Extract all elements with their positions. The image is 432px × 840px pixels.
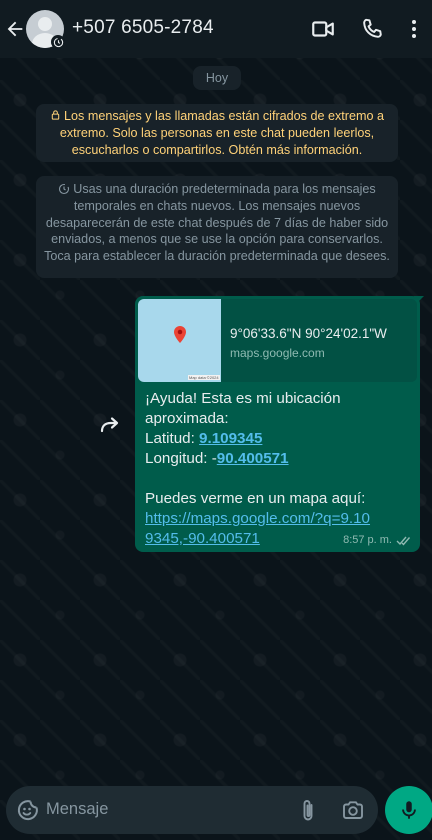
paperclip-icon[interactable] [299,798,317,824]
message-input[interactable]: Mensaje [46,800,108,819]
latitude-link[interactable]: 9.109345 [199,430,262,447]
map-thumbnail: Map data ©2024 [138,299,221,382]
microphone-icon [402,801,416,819]
message-body: ¡Ayuda! Esta es mi ubicación aproximada:… [145,389,415,549]
contact-name[interactable]: +507 6505-2784 [72,17,214,39]
link-preview-domain: maps.google.com [230,346,325,360]
forward-icon[interactable] [96,412,124,440]
longitude-link[interactable]: 90.400571 [217,450,289,467]
encryption-notice[interactable]: Los mensajes y las llamadas están cifrad… [36,104,398,162]
phone-icon[interactable] [359,16,385,42]
chat-header: +507 6505-2784 [0,0,432,58]
disappearing-messages-notice[interactable]: Usas una duración predeterminada para lo… [36,176,398,278]
timer-icon [59,183,70,195]
message-line: ¡Ayuda! Esta es mi ubicación aproximada: [145,390,341,427]
emoji-icon[interactable] [16,798,40,822]
video-camera-icon[interactable] [310,16,336,42]
longitude-line: Longitud: -90.400571 [145,449,415,469]
disappearing-notice-text: Usas una duración predeterminada para lo… [44,182,390,264]
longitude-label: Longitud: - [145,450,217,467]
message-composer[interactable]: Mensaje [6,786,378,834]
latitude-line: Latitud: 9.109345 [145,429,415,449]
camera-icon[interactable] [341,798,365,822]
link-preview[interactable]: Map data ©2024 9°06'33.6"N 90°24'02.1"W … [138,299,417,382]
date-chip: Hoy [193,66,241,90]
latitude-label: Latitud: [145,430,200,447]
arrow-left-icon[interactable] [4,17,26,41]
outgoing-message[interactable]: Map data ©2024 9°06'33.6"N 90°24'02.1"W … [135,296,420,552]
more-vertical-icon[interactable] [402,16,426,42]
lock-icon [51,110,60,120]
disappearing-timer-icon [51,35,65,49]
map-credit: Map data ©2024 [188,375,220,380]
link-preview-title: 9°06'33.6"N 90°24'02.1"W [230,326,387,341]
encryption-notice-text: Los mensajes y las llamadas están cifrad… [59,109,384,157]
microphone-button[interactable] [385,786,432,834]
message-meta: 8:57 p. m. [343,534,412,546]
double-check-icon [396,536,411,546]
map-line: Puedes verme en un mapa aquí: [145,490,366,507]
message-time: 8:57 p. m. [343,534,392,546]
maps-url-link[interactable]: https://maps.google.com/?q=9.109345,-90.… [145,510,370,547]
map-pin-icon [174,326,186,343]
